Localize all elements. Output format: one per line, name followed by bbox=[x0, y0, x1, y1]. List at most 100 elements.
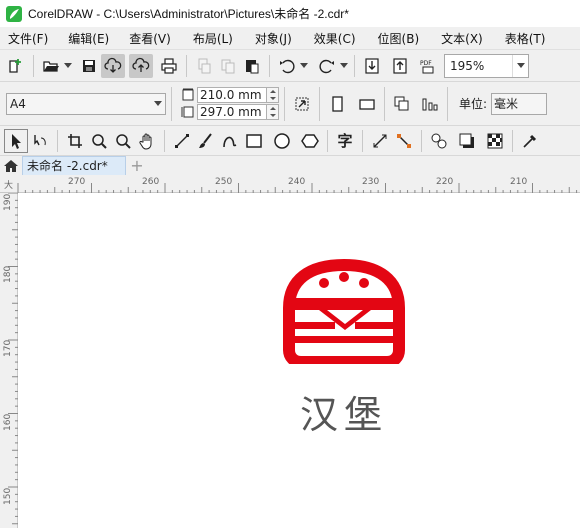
shape-tool-button[interactable] bbox=[28, 129, 52, 153]
zoom-tool-button[interactable] bbox=[87, 129, 111, 153]
rectangle-icon bbox=[246, 133, 262, 148]
portrait-button[interactable] bbox=[325, 92, 349, 116]
document-tab[interactable]: 未命名 -2.cdr* bbox=[22, 155, 126, 176]
page-height-spinner[interactable] bbox=[267, 104, 279, 120]
menu-table[interactable]: 表格(T) bbox=[505, 30, 546, 47]
text-tool-button[interactable]: 字 bbox=[333, 129, 357, 153]
menu-effects[interactable]: 效果(C) bbox=[314, 30, 356, 47]
title-bar: CorelDRAW - C:\Users\Administrator\Pictu… bbox=[0, 0, 580, 27]
blend-tool-button[interactable] bbox=[427, 129, 451, 153]
shadow-icon bbox=[459, 133, 474, 148]
standard-toolbar: PDF 195% bbox=[0, 49, 580, 81]
rectangle-tool-button[interactable] bbox=[242, 129, 266, 153]
pen-tool-button[interactable] bbox=[218, 129, 242, 153]
page-width-spinner[interactable] bbox=[267, 87, 279, 103]
pdf-label: PDF bbox=[420, 60, 432, 67]
freehand-icon bbox=[175, 133, 189, 148]
ellipse-tool-button[interactable] bbox=[270, 129, 294, 153]
eyedropper-tool-button[interactable] bbox=[518, 129, 542, 153]
redo-button[interactable] bbox=[315, 54, 339, 78]
page-size-value: A4 bbox=[10, 96, 26, 111]
page-size-dropdown[interactable] bbox=[151, 101, 165, 106]
zoom-out-tool-button[interactable] bbox=[111, 129, 135, 153]
all-pages-button[interactable] bbox=[290, 92, 314, 116]
welcome-home-button[interactable] bbox=[0, 156, 22, 176]
vertical-ruler[interactable]: 190 180 170 160 150 bbox=[0, 193, 18, 528]
connector-icon bbox=[397, 133, 411, 148]
all-pages-size-button[interactable] bbox=[390, 92, 414, 116]
print-button[interactable] bbox=[157, 54, 181, 78]
eyedropper-icon bbox=[523, 134, 537, 148]
page-height-row: 297.0 mm bbox=[181, 104, 279, 121]
page-width-input[interactable]: 210.0 mm bbox=[197, 87, 267, 103]
publish-pdf-button[interactable]: PDF bbox=[416, 54, 440, 78]
artistic-media-button[interactable] bbox=[194, 129, 218, 153]
ruler-label: 170 bbox=[3, 339, 13, 357]
cut-icon bbox=[198, 58, 211, 73]
menu-edit[interactable]: 编辑(E) bbox=[68, 30, 109, 47]
window-title: CorelDRAW - C:\Users\Administrator\Pictu… bbox=[28, 7, 349, 21]
toolbar-separator bbox=[186, 54, 187, 77]
cloud-upload-button[interactable] bbox=[129, 53, 153, 78]
drop-shadow-button[interactable] bbox=[455, 129, 479, 153]
units-select[interactable]: 毫米 bbox=[491, 92, 548, 115]
horizontal-ruler[interactable]: 270 260 250 240 230 220 210 大 bbox=[0, 175, 580, 193]
open-button[interactable] bbox=[39, 54, 63, 78]
paste-button[interactable] bbox=[240, 54, 264, 78]
page-size-select[interactable]: A4 bbox=[6, 92, 166, 115]
pan-tool-button[interactable] bbox=[135, 129, 159, 153]
toolbar-separator bbox=[33, 54, 34, 77]
dimension-tool-button[interactable] bbox=[368, 129, 392, 153]
toolbar-separator bbox=[421, 129, 422, 152]
toolbar-separator bbox=[362, 129, 363, 152]
bars-icon bbox=[422, 98, 438, 110]
new-document-button[interactable] bbox=[4, 54, 28, 78]
toolbar-separator bbox=[284, 86, 285, 121]
crop-tool-button[interactable] bbox=[63, 129, 87, 153]
toolbar-separator bbox=[512, 129, 513, 152]
zoom-dropdown[interactable] bbox=[512, 54, 528, 77]
logo-caption[interactable]: 汉堡 bbox=[299, 384, 389, 439]
paste-icon bbox=[246, 59, 259, 73]
redo-dropdown[interactable] bbox=[339, 54, 349, 78]
undo-dropdown[interactable] bbox=[299, 54, 309, 78]
polygon-tool-button[interactable] bbox=[298, 129, 322, 153]
menu-text[interactable]: 文本(X) bbox=[441, 30, 483, 47]
menu-file[interactable]: 文件(F) bbox=[8, 30, 48, 47]
zoom-level-select[interactable]: 195% bbox=[444, 53, 529, 78]
document-tab-label: 未命名 -2.cdr* bbox=[27, 159, 108, 173]
import-button[interactable] bbox=[360, 54, 384, 78]
menu-view[interactable]: 查看(V) bbox=[129, 30, 171, 47]
menu-object[interactable]: 对象(J) bbox=[255, 30, 292, 47]
hamburger-logo-icon[interactable] bbox=[279, 258, 409, 364]
ruler-label: 240 bbox=[288, 177, 306, 187]
pick-tool-button[interactable] bbox=[4, 128, 28, 153]
menu-layout[interactable]: 布局(L) bbox=[193, 30, 233, 47]
coreldraw-logo-icon bbox=[6, 5, 22, 22]
document-tab-bar: 未命名 -2.cdr* + bbox=[0, 155, 580, 176]
new-tab-button[interactable]: + bbox=[126, 156, 148, 176]
export-button[interactable] bbox=[388, 54, 412, 78]
undo-button[interactable] bbox=[275, 54, 299, 78]
drawing-canvas[interactable]: 汉堡 bbox=[19, 194, 580, 528]
save-button[interactable] bbox=[77, 54, 101, 78]
copy-button[interactable] bbox=[216, 54, 240, 78]
width-icon bbox=[182, 88, 194, 101]
cut-button[interactable] bbox=[192, 54, 216, 78]
units-label: 单位: bbox=[459, 97, 488, 111]
transparency-tool-button[interactable] bbox=[483, 129, 507, 153]
cloud-download-button[interactable] bbox=[101, 53, 125, 78]
brush-icon bbox=[199, 132, 212, 148]
landscape-button[interactable] bbox=[355, 92, 379, 116]
import-icon bbox=[365, 57, 379, 74]
dropdown-arrow-icon bbox=[64, 63, 72, 68]
ruler-label: 250 bbox=[215, 177, 233, 187]
current-page-size-button[interactable] bbox=[418, 92, 442, 116]
ruler-label: 190 bbox=[3, 193, 13, 211]
open-dropdown[interactable] bbox=[63, 54, 73, 78]
connector-tool-button[interactable] bbox=[392, 129, 416, 153]
freehand-tool-button[interactable] bbox=[170, 129, 194, 153]
menu-bitmaps[interactable]: 位图(B) bbox=[378, 30, 420, 47]
page-height-input[interactable]: 297.0 mm bbox=[197, 104, 267, 120]
cloud-upload-icon bbox=[132, 57, 150, 72]
